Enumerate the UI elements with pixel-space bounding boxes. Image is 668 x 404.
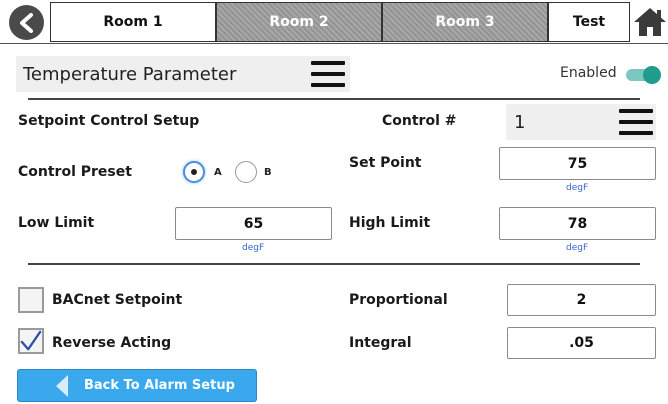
tab-bar: Room 1 Room 2 Room 3 Test (0, 0, 668, 44)
tab-test[interactable]: Test (548, 2, 630, 42)
back-to-alarm-setup-button[interactable]: Back To Alarm Setup (17, 369, 257, 402)
control-number-label: Control # (382, 113, 457, 129)
tab-bar-border (0, 43, 668, 44)
low-limit-input[interactable]: 65 (175, 207, 332, 240)
integral-input[interactable]: .05 (507, 327, 656, 359)
parameter-title: Temperature Parameter (23, 63, 237, 85)
tab-room-2[interactable]: Room 2 (216, 2, 382, 42)
header-divider (28, 98, 640, 100)
radio-dot (191, 169, 197, 175)
control-preset-label: Control Preset (18, 164, 132, 180)
back-to-alarm-setup-label: Back To Alarm Setup (84, 378, 235, 393)
reverse-acting-checkbox[interactable] (18, 328, 44, 354)
enabled-label: Enabled (560, 65, 617, 81)
set-point-input[interactable]: 75 (499, 147, 656, 180)
high-limit-unit: degF (566, 243, 589, 253)
bacnet-setpoint-label: BACnet Setpoint (52, 292, 183, 308)
preset-radio-a-label: A (214, 167, 222, 178)
tab-room-1[interactable]: Room 1 (50, 2, 216, 42)
section-divider (28, 263, 640, 265)
tab-room-3[interactable]: Room 3 (382, 2, 548, 42)
check-icon (20, 330, 42, 351)
chevron-left-icon (19, 12, 33, 33)
arrow-left-icon (56, 375, 68, 397)
control-number-value: 1 (514, 111, 526, 133)
low-limit-label: Low Limit (18, 215, 95, 231)
bacnet-setpoint-checkbox[interactable] (18, 287, 44, 313)
menu-icon[interactable] (311, 61, 345, 87)
menu-icon[interactable] (619, 109, 653, 135)
set-point-unit: degF (566, 183, 589, 193)
back-button[interactable] (9, 5, 44, 40)
section-title: Setpoint Control Setup (18, 113, 200, 129)
proportional-input[interactable]: 2 (507, 284, 656, 316)
reverse-acting-label: Reverse Acting (52, 335, 172, 351)
home-icon (634, 8, 666, 36)
enabled-toggle[interactable] (624, 66, 662, 84)
preset-radio-a[interactable] (183, 161, 205, 183)
high-limit-label: High Limit (349, 215, 431, 231)
toggle-knob (643, 66, 661, 84)
parameter-selector[interactable]: Temperature Parameter (16, 56, 350, 92)
set-point-label: Set Point (349, 155, 422, 171)
proportional-label: Proportional (349, 292, 448, 308)
high-limit-input[interactable]: 78 (499, 207, 656, 240)
preset-radio-b-label: B (264, 167, 272, 178)
integral-label: Integral (349, 335, 412, 351)
preset-radio-b[interactable] (235, 161, 257, 183)
low-limit-unit: degF (242, 243, 265, 253)
control-number-selector[interactable]: 1 (506, 104, 656, 140)
home-button[interactable] (632, 4, 668, 40)
